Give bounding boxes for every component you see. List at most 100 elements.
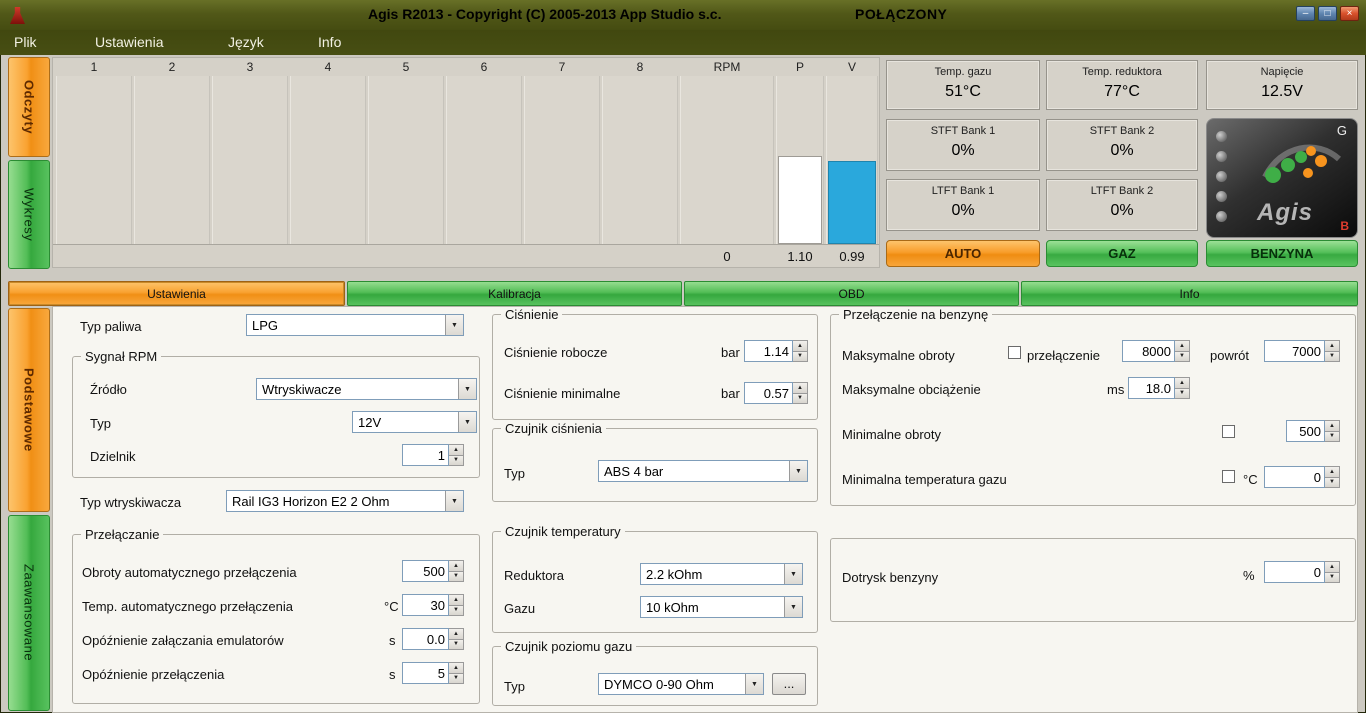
tab-zaawansowane[interactable]: Zaawansowane xyxy=(8,515,50,711)
label-maks-obciazenie: Maksymalne obciążenie xyxy=(842,382,981,397)
chevron-down-icon: ▼ xyxy=(745,674,763,694)
spin-up-icon[interactable]: ▲ xyxy=(793,382,808,394)
spin-down-icon[interactable]: ▼ xyxy=(1175,389,1190,400)
dzielnik-input[interactable] xyxy=(402,444,449,466)
spin-up-icon[interactable]: ▲ xyxy=(1325,561,1340,573)
tab-podstawowe[interactable]: Podstawowe xyxy=(8,308,50,512)
spin-up-icon[interactable]: ▲ xyxy=(1175,377,1190,389)
tab-kalibracja[interactable]: Kalibracja xyxy=(347,281,682,306)
min-obroty-checkbox[interactable] xyxy=(1222,425,1235,438)
spin-down-icon[interactable]: ▼ xyxy=(1325,432,1340,443)
level-sensor-more-button[interactable]: ... xyxy=(772,673,806,695)
label-temp-auto: Temp. automatycznego przełączenia xyxy=(82,599,293,614)
label-min-temp-gazu: Minimalna temperatura gazu xyxy=(842,472,1007,487)
spin-down-icon[interactable]: ▼ xyxy=(1325,573,1340,584)
spin-up-icon[interactable]: ▲ xyxy=(1325,466,1340,478)
dotrysk-input[interactable] xyxy=(1264,561,1325,583)
tab-odczyty[interactable]: Odczyty xyxy=(8,57,50,157)
maks-obroty-input[interactable] xyxy=(1122,340,1175,362)
tab-info[interactable]: Info xyxy=(1021,281,1358,306)
spin-down-icon[interactable]: ▼ xyxy=(793,394,808,405)
stat-value: 12.5V xyxy=(1261,83,1303,101)
unit-percent: % xyxy=(1243,568,1255,583)
label-maks-obroty: Maksymalne obroty xyxy=(842,348,955,363)
spin-up-icon[interactable]: ▲ xyxy=(449,628,464,640)
auto-button[interactable]: AUTO xyxy=(886,240,1040,267)
benzyna-button[interactable]: BENZYNA xyxy=(1206,240,1358,267)
opoznienie-przelaczenia-input[interactable] xyxy=(402,662,449,684)
spin-up-icon[interactable]: ▲ xyxy=(449,444,464,456)
dzielnik-stepper: ▲▼ xyxy=(402,444,464,466)
level-sensor-select[interactable]: DYMCO 0-90 Ohm ▼ xyxy=(598,673,764,695)
restore-icon[interactable]: □ xyxy=(1318,6,1337,21)
label-czujnik-cisnienia-typ: Typ xyxy=(504,466,525,481)
stat-label: Temp. reduktora xyxy=(1082,66,1161,78)
injector-type-select[interactable]: Rail IG3 Horizon E2 2 Ohm ▼ xyxy=(226,490,464,512)
fuel-type-select[interactable]: LPG ▼ xyxy=(246,314,464,336)
opoznienie-emulatorow-input[interactable] xyxy=(402,628,449,650)
menu-ustawienia[interactable]: Ustawienia xyxy=(95,34,163,50)
tab-wykresy[interactable]: Wykresy xyxy=(8,160,50,269)
reducer-temp-sensor-value: 2.2 kOhm xyxy=(641,567,784,582)
chart-column xyxy=(446,76,522,244)
spin-up-icon[interactable]: ▲ xyxy=(793,340,808,352)
cisnienie-minimalne-input[interactable] xyxy=(744,382,793,404)
min-obroty-input[interactable] xyxy=(1286,420,1325,442)
gas-temp-sensor-select[interactable]: 10 kOhm ▼ xyxy=(640,596,803,618)
close-icon[interactable]: × xyxy=(1340,6,1359,21)
stat-label: Temp. gazu xyxy=(935,66,992,78)
logo-dots-swirl-icon xyxy=(1255,133,1347,195)
przelaczenie-checkbox[interactable] xyxy=(1008,346,1021,359)
tab-obd[interactable]: OBD xyxy=(684,281,1019,306)
menu-plik[interactable]: Plik xyxy=(14,34,37,50)
cisnienie-robocze-input[interactable] xyxy=(744,340,793,362)
spin-up-icon[interactable]: ▲ xyxy=(1175,340,1190,352)
menu-info[interactable]: Info xyxy=(318,34,341,50)
spin-up-icon[interactable]: ▲ xyxy=(1325,340,1340,352)
label-poziom-typ: Typ xyxy=(504,679,525,694)
spin-up-icon[interactable]: ▲ xyxy=(449,662,464,674)
reducer-temp-sensor-select[interactable]: 2.2 kOhm ▼ xyxy=(640,563,803,585)
min-temp-checkbox[interactable] xyxy=(1222,470,1235,483)
tab-ustawienia[interactable]: Ustawienia xyxy=(8,281,345,306)
chevron-down-icon: ▼ xyxy=(789,461,807,481)
pressure-sensor-select[interactable]: ABS 4 bar ▼ xyxy=(598,460,808,482)
spin-up-icon[interactable]: ▲ xyxy=(449,594,464,606)
window-title: Agis R2013 - Copyright (C) 2005-2013 App… xyxy=(368,6,721,22)
minimize-icon[interactable]: – xyxy=(1296,6,1315,21)
spin-down-icon[interactable]: ▼ xyxy=(1325,352,1340,363)
spin-down-icon[interactable]: ▼ xyxy=(1175,352,1190,363)
chevron-down-icon: ▼ xyxy=(784,597,802,617)
maks-obciazenie-input[interactable] xyxy=(1128,377,1175,399)
unit-seconds: s xyxy=(389,667,396,682)
chevron-down-icon: ▼ xyxy=(445,315,463,335)
stat-stft-bank2: STFT Bank 2 0% xyxy=(1046,119,1198,171)
stat-value: 0% xyxy=(1110,202,1133,220)
rpm-source-value: Wtryskiwacze xyxy=(257,382,458,397)
chart-column xyxy=(56,76,132,244)
spin-down-icon[interactable]: ▼ xyxy=(449,606,464,617)
label-rpm-typ: Typ xyxy=(90,416,111,431)
spin-down-icon[interactable]: ▼ xyxy=(449,572,464,583)
temp-auto-input[interactable] xyxy=(402,594,449,616)
obroty-auto-input[interactable] xyxy=(402,560,449,582)
spin-up-icon[interactable]: ▲ xyxy=(449,560,464,572)
spin-down-icon[interactable]: ▼ xyxy=(449,640,464,651)
powrot-input[interactable] xyxy=(1264,340,1325,362)
stat-label: Napięcie xyxy=(1261,66,1304,78)
spin-down-icon[interactable]: ▼ xyxy=(1325,478,1340,489)
min-temp-input[interactable] xyxy=(1264,466,1325,488)
rpm-source-select[interactable]: Wtryskiwacze ▼ xyxy=(256,378,477,400)
injector-type-value: Rail IG3 Horizon E2 2 Ohm xyxy=(227,494,445,509)
chart-column xyxy=(290,76,366,244)
group-title-czujnik-poziomu: Czujnik poziomu gazu xyxy=(501,639,636,654)
gaz-button[interactable]: GAZ xyxy=(1046,240,1198,267)
menu-jezyk[interactable]: Język xyxy=(228,34,264,50)
spin-down-icon[interactable]: ▼ xyxy=(449,456,464,467)
spin-down-icon[interactable]: ▼ xyxy=(793,352,808,363)
rpm-type-select[interactable]: 12V ▼ xyxy=(352,411,477,433)
spin-down-icon[interactable]: ▼ xyxy=(449,674,464,685)
spin-up-icon[interactable]: ▲ xyxy=(1325,420,1340,432)
stat-label: LTFT Bank 1 xyxy=(932,185,995,197)
stat-value: 0% xyxy=(951,202,974,220)
